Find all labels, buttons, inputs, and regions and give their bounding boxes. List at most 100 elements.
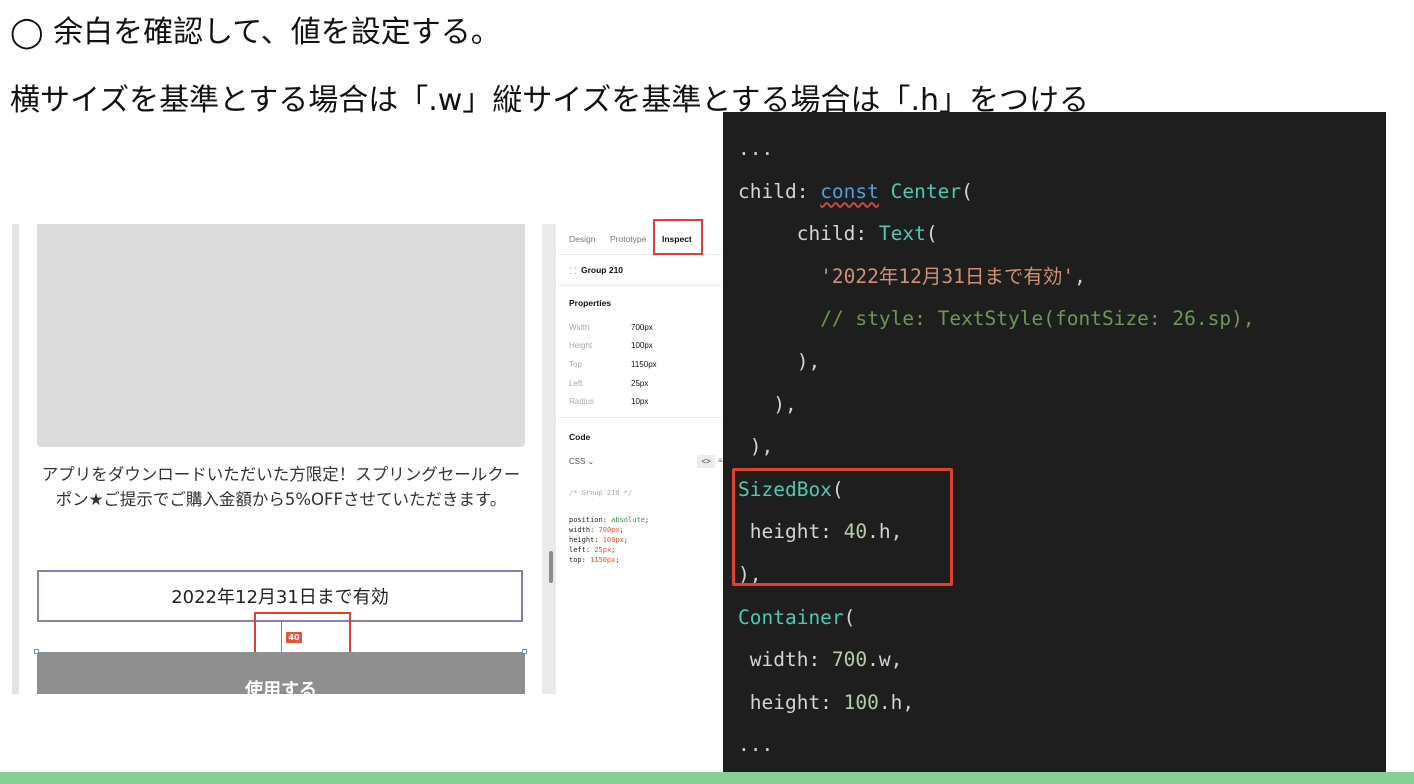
code-token: , [1074, 264, 1086, 288]
inspector-tabs: Design Prototype Inspect [557, 214, 723, 255]
code-line: // style: TextStyle(fontSize: 26.sp), [738, 307, 1255, 331]
css-end: ; [644, 516, 650, 524]
inspector-panel: Design Prototype Inspect ⸬ Group 210 Pro… [557, 214, 723, 694]
property-value[interactable]: 700px [631, 323, 653, 332]
code-token: Container [738, 605, 844, 629]
css-prop: top: [569, 556, 591, 564]
code-token: Center [890, 179, 962, 203]
property-value[interactable]: 25px [631, 379, 648, 388]
css-end: ; [615, 556, 620, 564]
code-line: Container( [738, 605, 856, 629]
selection-handle-top-left[interactable] [34, 649, 39, 654]
code-line: child: Text( [738, 224, 938, 244]
css-value: 25px [594, 546, 612, 554]
code-editor[interactable]: ... child: const Center( child: Text( '20… [723, 112, 1386, 772]
preview-scrollbar-track[interactable] [542, 224, 556, 694]
code-token: '2022年12月31日まで有効' [820, 264, 1075, 288]
code-format-select[interactable]: CSS ⌄ [569, 457, 594, 466]
code-token: .w, [867, 648, 903, 672]
tab-design[interactable]: Design [569, 234, 595, 244]
coupon-description: アプリをダウンロードいただいた方限定！スプリングセールクーポン★ご提示でご購入金… [41, 465, 521, 509]
property-value[interactable]: 100px [631, 341, 653, 350]
code-line: '2022年12月31日まで有効', [738, 267, 1086, 287]
footer-accent-bar [0, 772, 1414, 784]
css-value: 100px [602, 536, 624, 544]
property-label: Left [569, 379, 583, 388]
code-token: .h, [878, 690, 915, 714]
code-token: child: [738, 222, 879, 246]
css-prop: height: [569, 536, 603, 544]
code-view-toggle-icon[interactable]: <> [697, 455, 715, 468]
property-value[interactable]: 10px [631, 397, 648, 406]
image-placeholder [37, 224, 525, 447]
property-row-left: Left 25px [569, 379, 719, 393]
selection-handle-top-right[interactable] [522, 649, 527, 654]
code-token: const [820, 179, 879, 203]
layer-name: Group 210 [581, 265, 624, 275]
preview-scrollbar-thumb[interactable] [549, 551, 553, 583]
code-token: ( [843, 605, 856, 629]
code-line: ), [738, 392, 797, 416]
inspect-tab-highlight [653, 219, 703, 255]
group-frame-icon: ⸬ [569, 266, 577, 276]
property-row-radius: Radius 10px [569, 397, 719, 411]
preview-left-border [12, 224, 19, 694]
code-line: width: 700.w, [738, 648, 903, 672]
code-token: 700 [831, 648, 868, 672]
properties-divider [557, 417, 723, 418]
selected-layer[interactable]: ⸬ Group 210 [557, 255, 723, 286]
code-line: ... [738, 139, 773, 159]
css-prop: width: [569, 526, 599, 534]
property-label: Top [569, 360, 582, 369]
code-line: ... [738, 735, 773, 755]
property-row-width: Width 700px [569, 323, 719, 337]
use-coupon-button[interactable]: 使用する [37, 652, 525, 694]
code-line: height: 100.h, [738, 693, 914, 713]
css-prop: position: [569, 516, 612, 524]
property-row-top: Top 1150px [569, 360, 719, 374]
css-value: 700px [598, 526, 620, 534]
code-token: ( [961, 179, 973, 203]
tab-prototype[interactable]: Prototype [610, 234, 646, 244]
css-end: ; [619, 526, 624, 534]
property-label: Width [569, 323, 590, 332]
code-token: width: [738, 648, 832, 672]
css-end: ; [623, 536, 629, 544]
coupon-date-text: 2022年12月31日まで有効 [171, 587, 389, 608]
code-token: // style: TextStyle(fontSize: 26.sp), [820, 307, 1255, 331]
code-token: ), [738, 350, 821, 373]
code-token: ... [738, 733, 774, 757]
css-line: height: 100px; [569, 536, 628, 544]
code-line: ), [738, 435, 774, 459]
code-token: ), [738, 435, 774, 459]
instruction-line-1: ◯ 余白を確認して、値を設定する。 [10, 15, 501, 50]
code-token: height: [738, 690, 844, 714]
property-row-height: Height 100px [569, 341, 719, 355]
use-coupon-button-label: 使用する [245, 680, 317, 694]
code-token: Text [878, 222, 926, 246]
css-value: absolute [611, 516, 645, 524]
property-value[interactable]: 1150px [631, 360, 657, 369]
css-line: position: absolute; [569, 516, 649, 524]
css-prop: left: [569, 546, 595, 554]
code-token: 100 [843, 690, 879, 714]
property-label: Radius [569, 397, 594, 406]
css-comment: /* Group 210 */ [569, 489, 633, 497]
property-label: Height [569, 341, 593, 350]
code-token: ( [925, 222, 938, 246]
code-token: ), [738, 392, 797, 416]
design-preview: アプリをダウンロードいただいた方限定！スプリングセールクーポン★ご提示でご購入金… [12, 224, 530, 694]
css-end: ; [611, 546, 616, 554]
css-line: width: 700px; [569, 526, 624, 534]
css-line: left: 25px; [569, 546, 615, 554]
code-line: child: const Center( [738, 179, 973, 203]
code-list-icon[interactable]: ≡ [718, 456, 723, 465]
code-token: child: [738, 179, 821, 203]
css-value: 1150px [590, 556, 616, 564]
code-title: Code [569, 432, 591, 442]
code-line: ), [738, 350, 821, 373]
code-token: ... [738, 137, 774, 160]
